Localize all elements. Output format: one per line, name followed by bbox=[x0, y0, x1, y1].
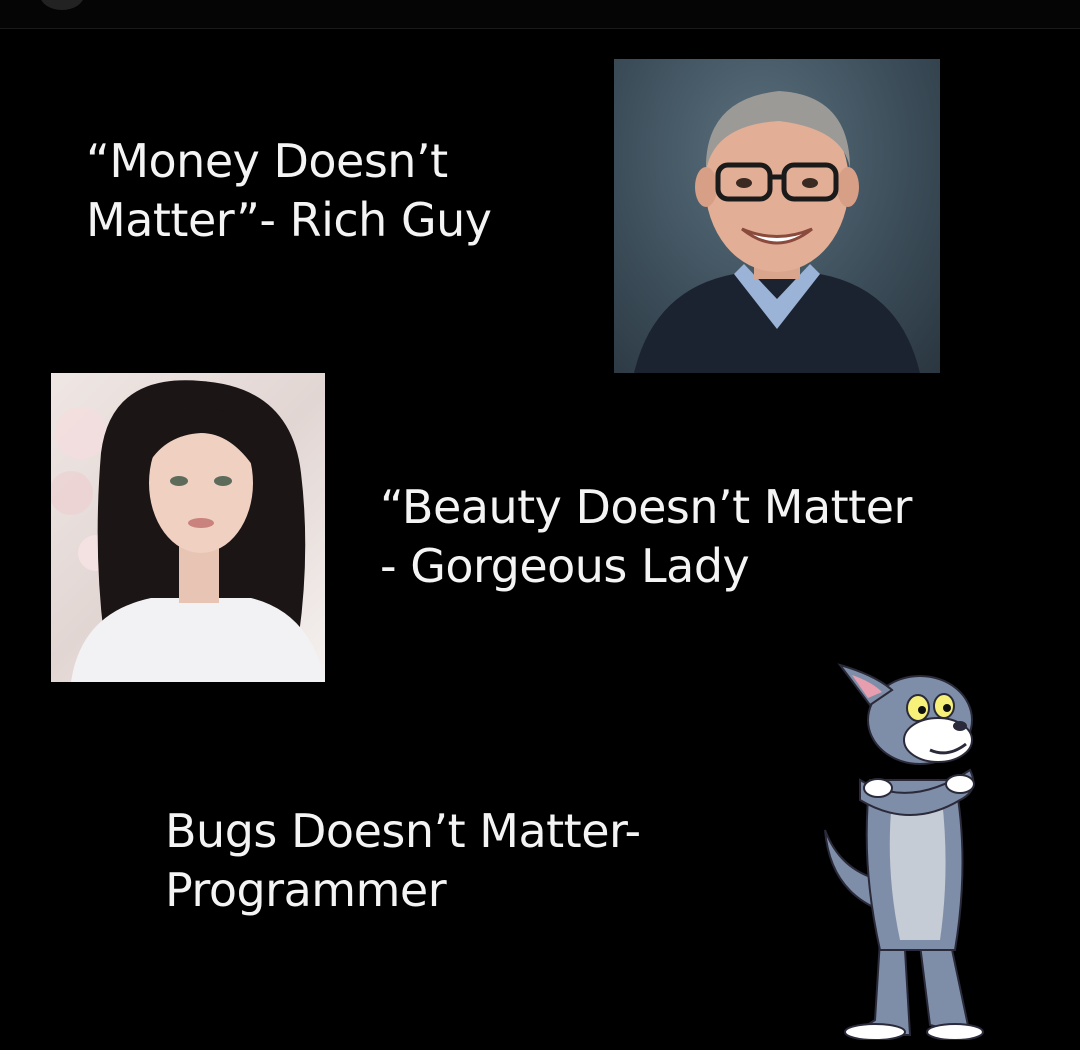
top-bar-strip bbox=[0, 0, 1080, 29]
man-portrait-illustration bbox=[634, 91, 920, 373]
belly-shape bbox=[889, 800, 946, 940]
left-ear-shape bbox=[695, 167, 717, 207]
caption-beauty: “Beauty Doesn’t Matter - Gorgeous Lady bbox=[380, 480, 912, 593]
woman-portrait-illustration bbox=[51, 380, 325, 682]
avatar-fragment bbox=[40, 0, 84, 10]
right-ear-shape bbox=[837, 167, 859, 207]
man-photo bbox=[614, 59, 940, 373]
tom-cat-illustration bbox=[824, 663, 984, 1040]
meme-canvas: “Money Doesn’t Matter”- Rich Guy “Beauty… bbox=[0, 0, 1080, 1050]
caption-money: “Money Doesn’t Matter”- Rich Guy bbox=[86, 134, 492, 247]
caption-bugs: Bugs Doesn’t Matter- Programmer bbox=[165, 804, 641, 917]
left-leg-shape bbox=[849, 938, 912, 1036]
woman-photo bbox=[51, 373, 325, 682]
tom-cat-cartoon bbox=[820, 660, 1000, 1040]
right-leg-shape bbox=[918, 938, 972, 1037]
lips-shape bbox=[188, 518, 214, 528]
